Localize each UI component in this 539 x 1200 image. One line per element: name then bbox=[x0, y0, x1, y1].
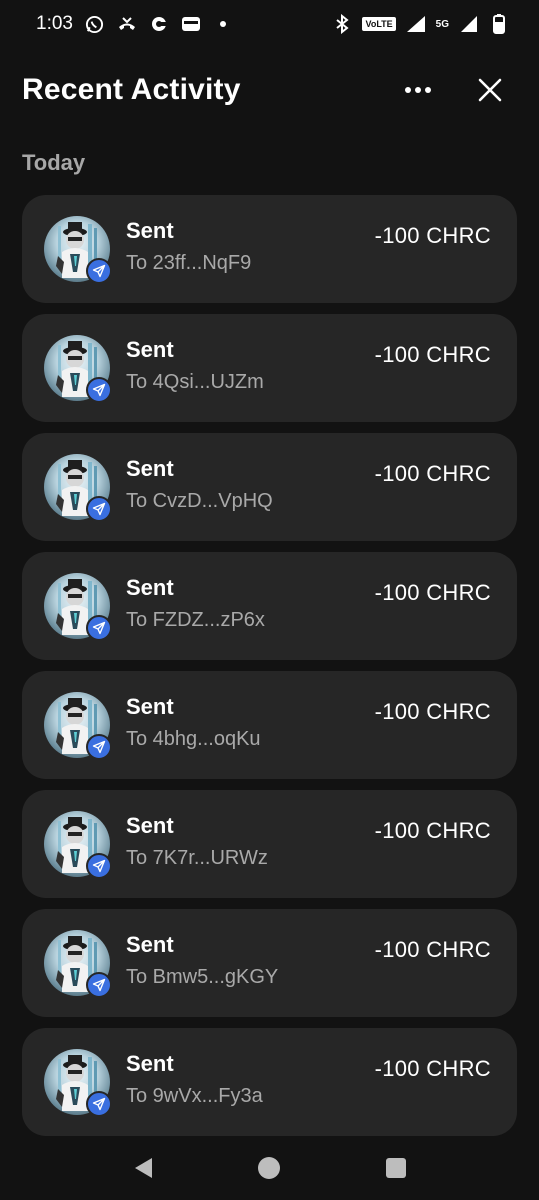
notification-dot-icon bbox=[213, 14, 233, 34]
activity-recipient: To CvzD...VpHQ bbox=[126, 489, 273, 512]
send-badge bbox=[86, 258, 112, 284]
activity-amount: -100 CHRC bbox=[374, 1056, 491, 1081]
activity-card[interactable]: Sent To Bmw5...gKGY -100 CHRC bbox=[22, 909, 517, 1017]
send-icon bbox=[92, 740, 106, 754]
status-time: 1:03 bbox=[36, 13, 73, 34]
close-icon bbox=[478, 78, 502, 102]
avatar-wrap bbox=[44, 930, 112, 998]
send-icon bbox=[92, 264, 106, 278]
activity-card[interactable]: Sent To 4Qsi...UJZm -100 CHRC bbox=[22, 314, 517, 422]
activity-amount: -100 CHRC bbox=[374, 580, 491, 605]
send-badge bbox=[86, 496, 112, 522]
activity-recipient: To Bmw5...gKGY bbox=[126, 965, 279, 988]
avatar-wrap bbox=[44, 692, 112, 760]
send-badge bbox=[86, 972, 112, 998]
activity-recipient: To 23ff...NqF9 bbox=[126, 251, 252, 274]
bluetooth-icon bbox=[332, 14, 352, 34]
signal-2-icon bbox=[459, 14, 479, 34]
nav-back-icon bbox=[135, 1158, 153, 1178]
activity-recipient: To 4Qsi...UJZm bbox=[126, 370, 264, 393]
network-type: 5G bbox=[435, 18, 449, 30]
activity-recipient: To 4bhg...oqKu bbox=[126, 727, 261, 750]
whatsapp-icon bbox=[85, 14, 105, 34]
nav-back-button[interactable] bbox=[123, 1148, 163, 1188]
activity-amount: -100 CHRC bbox=[374, 461, 491, 486]
battery-icon bbox=[489, 14, 509, 34]
avatar-wrap bbox=[44, 454, 112, 522]
close-button[interactable] bbox=[475, 75, 505, 105]
send-badge bbox=[86, 734, 112, 760]
nav-recents-icon bbox=[385, 1158, 406, 1178]
activity-card[interactable]: Sent To 4bhg...oqKu -100 CHRC bbox=[22, 671, 517, 779]
volte-badge: VoLTE bbox=[362, 17, 396, 31]
activity-card[interactable]: Sent To FZDZ...zP6x -100 CHRC bbox=[22, 552, 517, 660]
avatar-wrap bbox=[44, 216, 112, 284]
send-badge bbox=[86, 615, 112, 641]
activity-card[interactable]: Sent To 9wVx...Fy3a -100 CHRC bbox=[22, 1028, 517, 1136]
header: Recent Activity bbox=[0, 62, 539, 118]
send-badge bbox=[86, 853, 112, 879]
avatar-wrap bbox=[44, 811, 112, 879]
activity-card[interactable]: Sent To 23ff...NqF9 -100 CHRC bbox=[22, 195, 517, 303]
activity-recipient: To FZDZ...zP6x bbox=[126, 608, 265, 631]
section-label-today: Today bbox=[22, 150, 86, 175]
status-bar: 1:03 VoLTE 5G bbox=[0, 0, 539, 48]
send-icon bbox=[92, 1097, 106, 1111]
activity-amount: -100 CHRC bbox=[374, 342, 491, 367]
activity-card[interactable]: Sent To 7K7r...URWz -100 CHRC bbox=[22, 790, 517, 898]
send-badge bbox=[86, 377, 112, 403]
header-actions bbox=[403, 75, 505, 105]
send-icon bbox=[92, 621, 106, 635]
wallet-icon bbox=[181, 14, 201, 34]
nav-recents-button[interactable] bbox=[376, 1148, 416, 1188]
send-icon bbox=[92, 502, 106, 516]
status-right: VoLTE 5G bbox=[332, 14, 509, 34]
nav-home-icon bbox=[258, 1157, 281, 1179]
status-left: 1:03 bbox=[36, 13, 233, 35]
activity-amount: -100 CHRC bbox=[374, 223, 491, 248]
nav-home-button[interactable] bbox=[249, 1148, 289, 1188]
activity-card[interactable]: Sent To CvzD...VpHQ -100 CHRC bbox=[22, 433, 517, 541]
activity-recipient: To 9wVx...Fy3a bbox=[126, 1084, 263, 1107]
avatar-wrap bbox=[44, 573, 112, 641]
activity-list: Sent To 23ff...NqF9 -100 CHRC Sent To 4Q… bbox=[22, 195, 517, 1136]
activity-recipient: To 7K7r...URWz bbox=[126, 846, 268, 869]
avatar-wrap bbox=[44, 1049, 112, 1117]
more-options-button[interactable] bbox=[403, 75, 433, 105]
send-icon bbox=[92, 978, 106, 992]
sync-icon bbox=[149, 14, 169, 34]
send-badge bbox=[86, 1091, 112, 1117]
activity-amount: -100 CHRC bbox=[374, 937, 491, 962]
signal-icon bbox=[406, 14, 426, 34]
activity-amount: -100 CHRC bbox=[374, 818, 491, 843]
send-icon bbox=[92, 859, 106, 873]
send-icon bbox=[92, 383, 106, 397]
more-horizontal-icon bbox=[405, 87, 431, 93]
system-nav-bar bbox=[0, 1140, 539, 1196]
avatar-wrap bbox=[44, 335, 112, 403]
activity-amount: -100 CHRC bbox=[374, 699, 491, 724]
missed-call-icon bbox=[117, 14, 137, 34]
page-title: Recent Activity bbox=[22, 73, 241, 106]
